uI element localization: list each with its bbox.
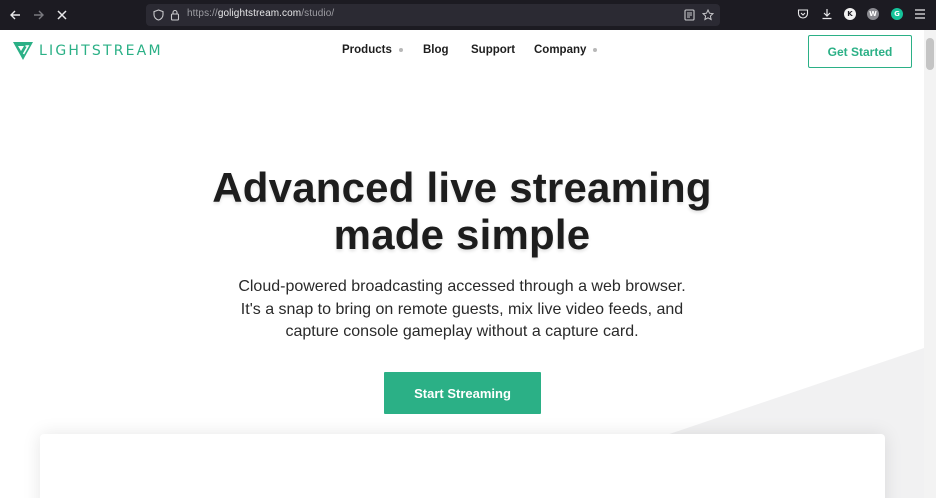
nav-blog-label: Blog [423, 44, 449, 56]
tracking-shield-icon[interactable] [151, 8, 165, 22]
dropdown-dot-icon [398, 48, 403, 52]
back-arrow-icon[interactable] [6, 6, 24, 24]
url-host: golightstream.com [217, 8, 302, 19]
get-started-button[interactable]: Get Started [808, 35, 912, 68]
hero-subtitle-line-2: It's a snap to bring on remote guests, m… [240, 300, 684, 318]
extension-w-icon[interactable]: W [866, 7, 880, 21]
hero-subtitle-line-1: Cloud-powered broadcasting accessed thro… [238, 278, 686, 295]
page-viewport: LIGHTSTREAM Products Blog Support Compan… [0, 30, 936, 498]
dropdown-dot-icon [593, 48, 598, 52]
nav-support[interactable]: Support [471, 44, 515, 56]
extension-w-label: W [867, 8, 879, 20]
nav-blog[interactable]: Blog [423, 44, 449, 56]
grammarly-icon[interactable]: G [890, 7, 904, 21]
hero-title: Advanced live streaming made simple [0, 164, 924, 258]
url-text[interactable]: https://golightstream.com/studio/ [187, 8, 334, 19]
url-bar[interactable]: https://golightstream.com/studio/ [146, 4, 720, 26]
url-scheme: https:// [187, 8, 218, 19]
hero-title-line-1: Advanced live streaming [212, 164, 712, 211]
stop-loading-icon[interactable] [53, 6, 71, 24]
product-preview-card [40, 434, 885, 498]
nav-products-label: Products [342, 44, 392, 56]
main-nav: Products Blog Support Company [0, 30, 924, 74]
reader-view-icon[interactable] [682, 8, 696, 22]
extension-g-label: G [891, 8, 903, 20]
bookmark-star-icon[interactable] [701, 8, 715, 22]
url-path: /studio/ [301, 8, 335, 19]
forward-arrow-icon[interactable] [30, 6, 48, 24]
page-scrollbar[interactable] [924, 30, 936, 498]
nav-products[interactable]: Products [342, 44, 403, 56]
background-wedge [480, 348, 924, 498]
nav-support-label: Support [471, 44, 516, 56]
browser-toolbar: https://golightstream.com/studio/ K W G [0, 0, 936, 30]
hero-subtitle-line-3: capture console gameplay without a captu… [285, 323, 639, 340]
start-streaming-button[interactable]: Start Streaming [384, 372, 541, 414]
hero-title-line-2: made simple [333, 211, 591, 258]
extension-k-icon[interactable]: K [843, 7, 857, 21]
extension-k-label: K [844, 8, 856, 20]
scrollbar-thumb[interactable] [926, 38, 934, 70]
pocket-icon[interactable] [796, 7, 810, 21]
nav-company[interactable]: Company [534, 44, 598, 56]
site-header: LIGHTSTREAM Products Blog Support Compan… [0, 30, 924, 74]
nav-company-label: Company [534, 44, 587, 56]
hero-subtitle: Cloud-powered broadcasting accessed thro… [0, 276, 924, 344]
lock-icon[interactable] [168, 8, 182, 22]
hamburger-menu-icon[interactable] [913, 7, 927, 21]
download-icon[interactable] [820, 7, 834, 21]
